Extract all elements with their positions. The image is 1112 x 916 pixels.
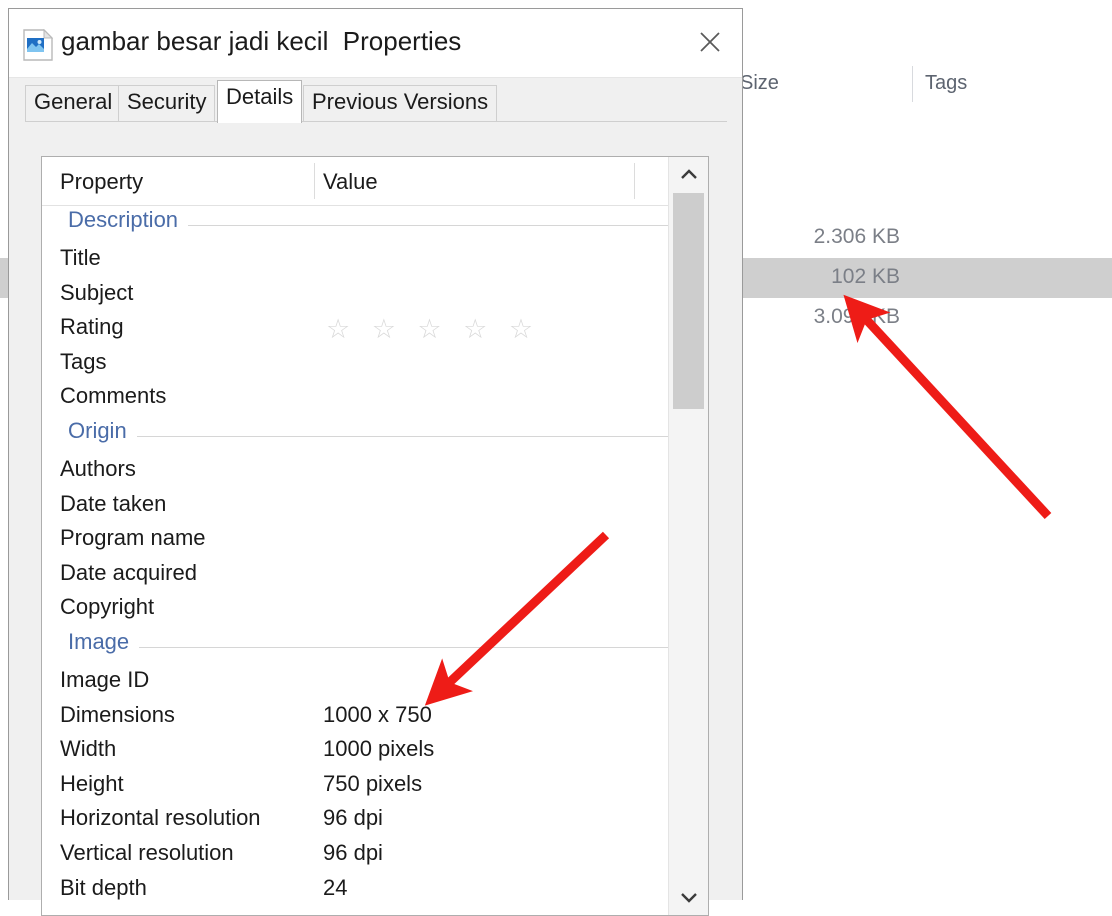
file-size-cell: 102 KB	[831, 265, 900, 288]
property-name: Comments	[60, 383, 167, 409]
property-row-tags[interactable]: Tags	[42, 347, 708, 382]
property-value[interactable]: 24	[323, 875, 347, 901]
property-value[interactable]: 750 pixels	[323, 771, 422, 797]
details-property-list: Property Value Description Title Subject…	[41, 156, 709, 916]
property-name: Vertical resolution	[60, 839, 234, 865]
properties-dialog: gambar besar jadi kecil Properties Gener…	[8, 8, 743, 916]
property-name: Title	[60, 245, 101, 270]
property-name: Authors	[60, 455, 136, 481]
section-rule	[68, 435, 682, 437]
section-rule	[68, 646, 682, 648]
section-label: Image	[68, 628, 140, 655]
property-value[interactable]: 96 dpi	[323, 840, 383, 866]
property-name: Height	[60, 770, 124, 796]
property-row-date-taken[interactable]: Date taken	[42, 489, 708, 524]
column-header-property[interactable]: Property	[60, 169, 143, 195]
section-header-origin: Origin	[42, 416, 708, 454]
property-row-bit-depth[interactable]: Bit depth 24	[42, 873, 708, 908]
scrollbar-thumb[interactable]	[673, 193, 704, 409]
property-name: Copyright	[60, 594, 155, 620]
dialog-titlebar[interactable]: gambar besar jadi kecil Properties	[9, 9, 742, 78]
section-header-description: Description	[42, 205, 708, 243]
tab-strip: General Security Details Previous Versio…	[9, 77, 742, 123]
tab-details[interactable]: Details	[217, 80, 303, 123]
property-name: Rating	[60, 314, 124, 340]
chevron-up-icon[interactable]	[669, 157, 708, 193]
property-name: Date acquired	[60, 559, 197, 585]
column-header-value[interactable]: Value	[323, 169, 378, 195]
section-label: Origin	[68, 417, 137, 444]
file-size-cell: 3.094 KB	[813, 305, 900, 328]
property-name: Width	[60, 736, 117, 762]
column-divider[interactable]	[314, 163, 315, 199]
property-row-height[interactable]: Height 750 pixels	[42, 769, 708, 804]
section-label: Description	[68, 207, 189, 233]
rating-stars-icon[interactable]: ☆ ☆ ☆ ☆ ☆	[326, 312, 540, 346]
property-list-header: Property Value	[42, 157, 708, 206]
property-row-image-id[interactable]: Image ID	[42, 665, 708, 700]
tab-security[interactable]: Security	[118, 85, 216, 122]
property-row-comments[interactable]: Comments	[42, 381, 708, 416]
tab-underline	[25, 121, 727, 122]
property-name: Image ID	[60, 666, 150, 692]
property-name: Dimensions	[60, 701, 175, 727]
property-row-width[interactable]: Width 1000 pixels	[42, 734, 708, 769]
close-icon[interactable]	[678, 9, 742, 75]
property-value[interactable]: 96 dpi	[323, 805, 383, 831]
property-value[interactable]: 1000 x 750	[323, 702, 432, 728]
property-row-rating[interactable]: Rating ☆ ☆ ☆ ☆ ☆	[42, 312, 708, 347]
column-header-tags[interactable]: Tags	[925, 72, 967, 95]
property-row-copyright[interactable]: Copyright	[42, 592, 708, 627]
property-row-date-acquired[interactable]: Date acquired	[42, 558, 708, 593]
property-name: Bit depth	[60, 874, 147, 900]
property-name: Subject	[60, 279, 134, 305]
property-name: Program name	[60, 525, 206, 551]
column-divider[interactable]	[634, 163, 635, 199]
property-row-vertical-resolution[interactable]: Vertical resolution 96 dpi	[42, 838, 708, 873]
chevron-down-icon[interactable]	[669, 879, 708, 915]
dialog-title: gambar besar jadi kecil Properties	[61, 26, 462, 56]
property-row-title[interactable]: Title	[42, 243, 708, 278]
section-header-image: Image	[42, 627, 708, 665]
property-row-program-name[interactable]: Program name	[42, 523, 708, 558]
property-name: Date taken	[60, 490, 167, 516]
column-header-size[interactable]: Size	[740, 72, 779, 95]
file-size-cell: 2.306 KB	[813, 225, 900, 248]
property-row-horizontal-resolution[interactable]: Horizontal resolution 96 dpi	[42, 803, 708, 838]
tab-previous-versions[interactable]: Previous Versions	[303, 85, 498, 122]
property-row-authors[interactable]: Authors	[42, 454, 708, 489]
vertical-scrollbar[interactable]	[668, 157, 708, 915]
property-name: Horizontal resolution	[60, 805, 261, 831]
property-rows: Description Title Subject Rating ☆ ☆ ☆ ☆…	[42, 205, 708, 907]
property-value[interactable]: 1000 pixels	[323, 736, 434, 762]
property-name: Tags	[60, 348, 107, 374]
property-row-dimensions[interactable]: Dimensions 1000 x 750	[42, 700, 708, 735]
image-file-icon	[23, 28, 54, 61]
tab-general[interactable]: General	[25, 85, 122, 122]
property-row-subject[interactable]: Subject	[42, 278, 708, 313]
column-divider[interactable]	[912, 66, 913, 102]
